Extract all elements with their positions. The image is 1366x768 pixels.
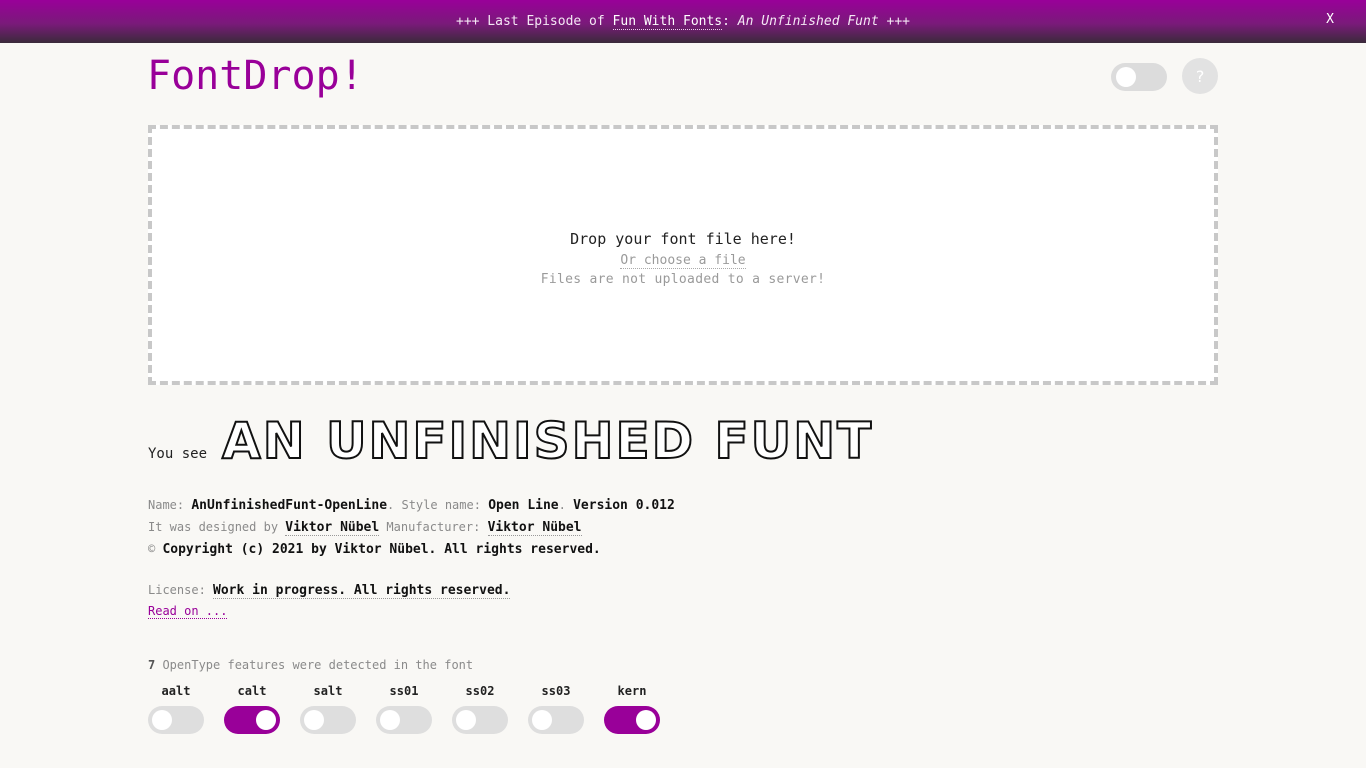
font-version: Version 0.012: [573, 498, 675, 513]
style-name: Open Line: [488, 498, 559, 513]
designer-link[interactable]: Viktor Nübel: [285, 520, 380, 536]
license-label: License:: [148, 583, 214, 597]
manufacturer-link[interactable]: Viktor Nübel: [487, 520, 582, 536]
feature-label: ss02: [465, 684, 495, 698]
feature-kern: kern: [604, 684, 660, 734]
feature-aalt: aalt: [148, 684, 204, 734]
dark-mode-toggle[interactable]: [1111, 63, 1167, 91]
help-button[interactable]: ?: [1182, 58, 1218, 94]
feature-toggle-salt[interactable]: [300, 706, 356, 734]
copyright-text: Copyright (c) 2021 by Viktor Nübel. All …: [162, 542, 601, 557]
banner-close-button[interactable]: X: [1326, 12, 1334, 27]
feature-toggle-ss01[interactable]: [376, 706, 432, 734]
banner-colon: :: [722, 14, 738, 29]
feature-label: calt: [237, 684, 267, 698]
banner-episode-title: An Unfinished Funt: [737, 14, 879, 29]
license-row: License: Work in progress. All rights re…: [148, 583, 511, 599]
feature-toggle-aalt[interactable]: [148, 706, 204, 734]
copyright-row: © Copyright (c) 2021 by Viktor Nübel. Al…: [148, 542, 601, 557]
feature-toggle-calt[interactable]: [224, 706, 280, 734]
font-preview-sample: AN UNFINISHED FUNT: [221, 411, 874, 471]
banner-suffix: +++: [878, 14, 910, 29]
designer-row: It was designed by Viktor Nübel Manufact…: [148, 520, 582, 536]
feature-ss01: ss01: [376, 684, 432, 734]
preview-label: You see: [148, 446, 208, 462]
font-name-row: Name: AnUnfinishedFunt-OpenLine. Style n…: [148, 498, 675, 513]
feature-label: kern: [617, 684, 647, 698]
banner-text: +++ Last Episode of Fun With Fonts : An …: [456, 14, 910, 30]
features-count-label: OpenType features were detected in the f…: [155, 658, 474, 672]
drop-zone-note: Files are not uploaded to a server!: [540, 271, 826, 287]
drop-zone-title: Drop your font file here!: [570, 229, 796, 248]
license-text: Work in progress. All rights reserved.: [213, 583, 511, 599]
font-drop-zone[interactable]: Drop your font file here! Or choose a fi…: [148, 125, 1218, 385]
banner-prefix: +++ Last Episode of: [456, 14, 613, 29]
version-separator: .: [558, 498, 574, 512]
manufacturer-label: Manufacturer:: [379, 520, 488, 534]
opentype-features: aalt calt salt ss01 ss02 ss03 kern: [148, 684, 660, 734]
feature-ss03: ss03: [528, 684, 584, 734]
feature-label: aalt: [161, 684, 191, 698]
style-label: . Style name:: [387, 498, 489, 512]
font-name: AnUnfinishedFunt-OpenLine: [191, 498, 388, 513]
read-on-link[interactable]: Read on ...: [148, 604, 228, 619]
feature-salt: salt: [300, 684, 356, 734]
copyright-symbol: ©: [148, 542, 163, 556]
choose-file-link[interactable]: Or choose a file: [620, 253, 746, 269]
name-label: Name:: [148, 498, 192, 512]
feature-toggle-ss02[interactable]: [452, 706, 508, 734]
feature-toggle-ss03[interactable]: [528, 706, 584, 734]
feature-label: ss03: [541, 684, 571, 698]
announcement-banner: +++ Last Episode of Fun With Fonts : An …: [0, 0, 1366, 43]
feature-toggle-kern[interactable]: [604, 706, 660, 734]
feature-label: ss01: [389, 684, 419, 698]
feature-ss02: ss02: [452, 684, 508, 734]
feature-calt: calt: [224, 684, 280, 734]
features-count-text: 7 OpenType features were detected in the…: [148, 658, 473, 672]
app-logo[interactable]: FontDrop!: [147, 52, 364, 100]
feature-label: salt: [313, 684, 343, 698]
banner-link[interactable]: Fun With Fonts: [612, 14, 723, 30]
designed-label: It was designed by: [148, 520, 286, 534]
